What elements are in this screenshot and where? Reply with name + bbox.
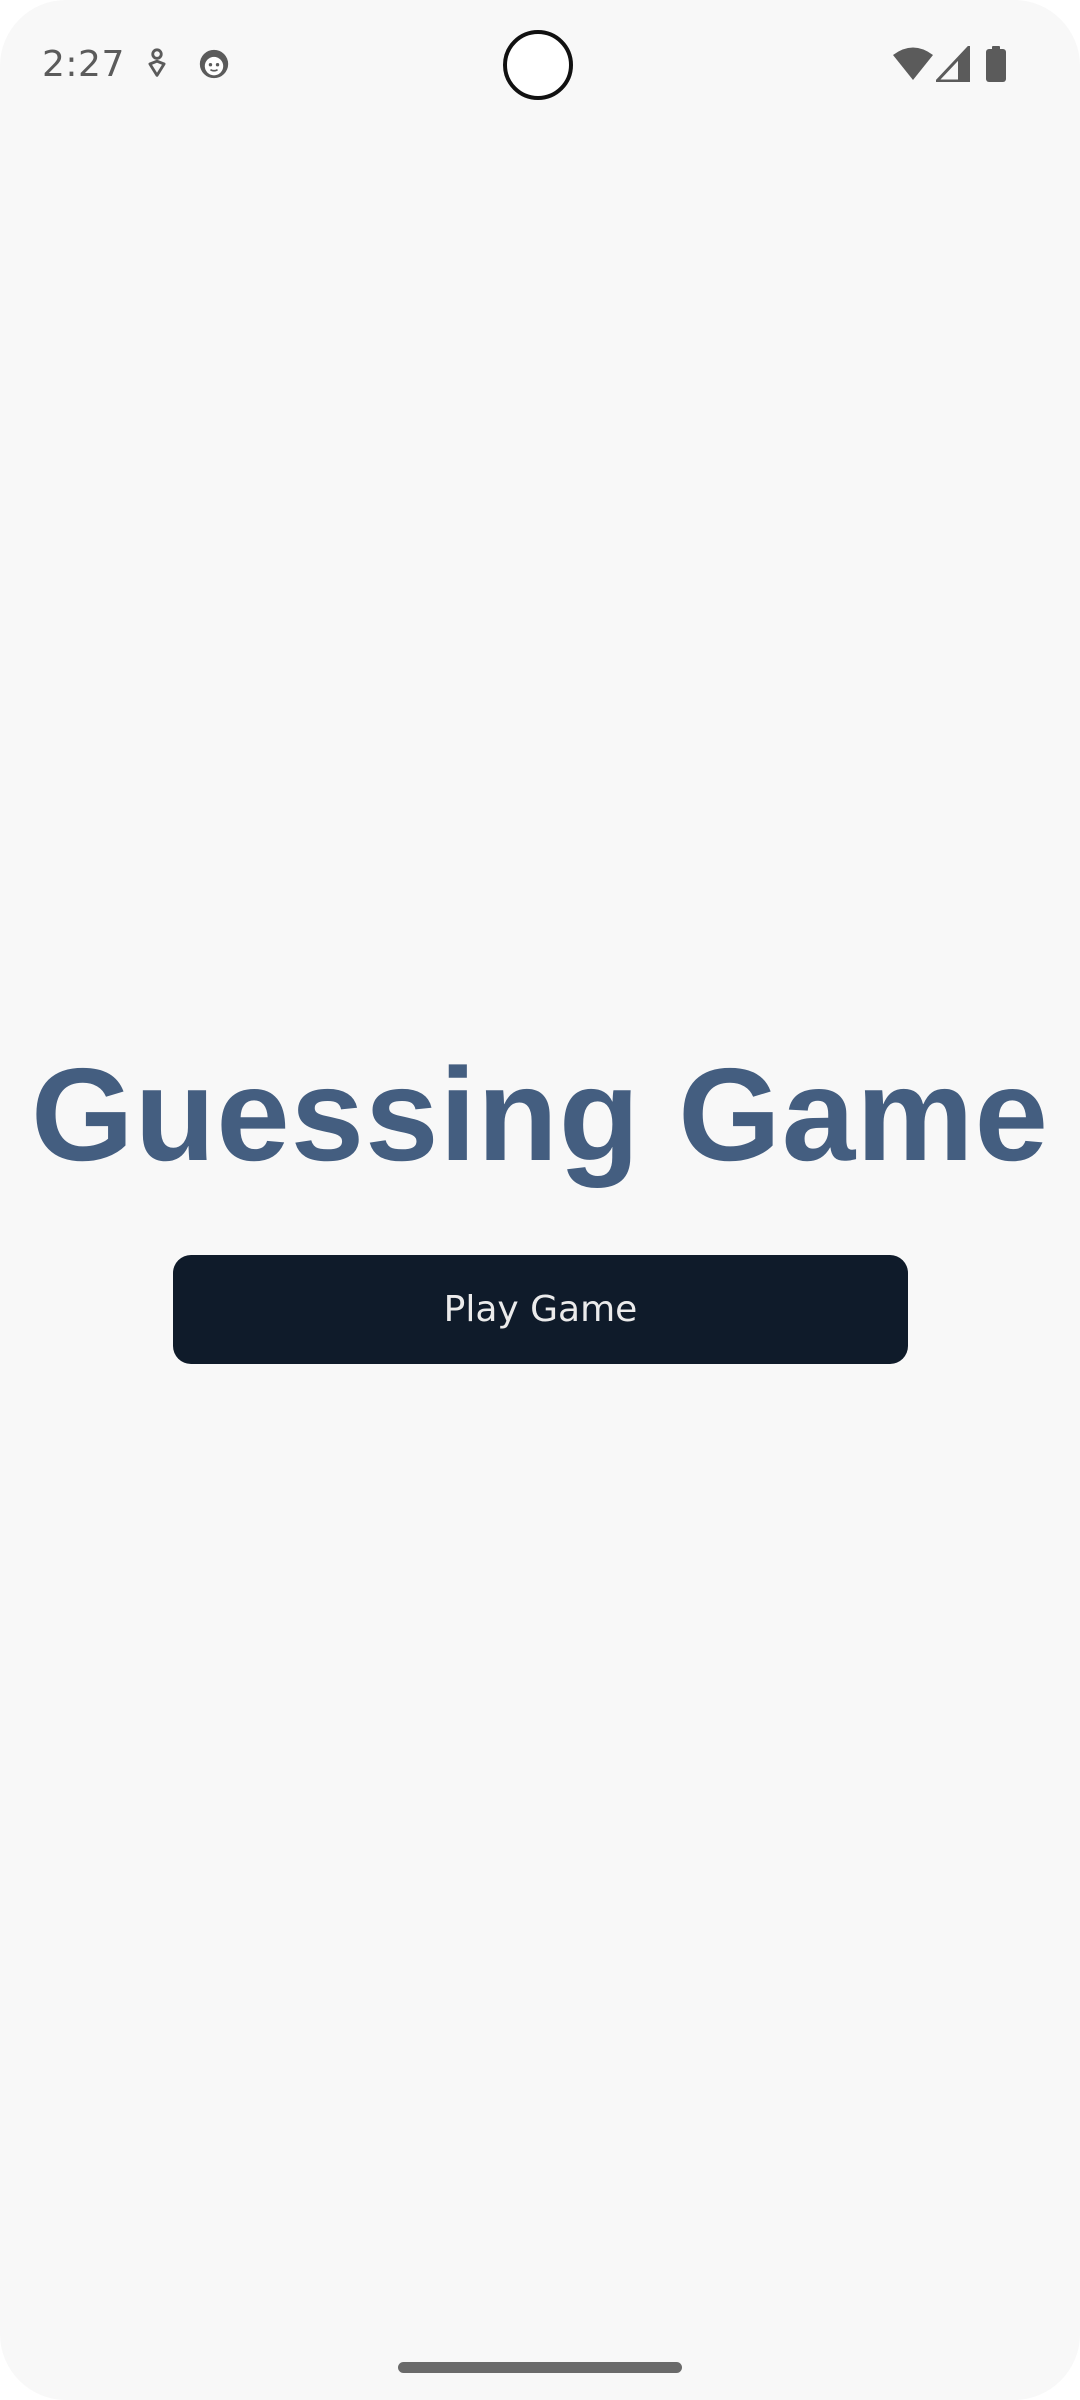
phone-screen: 2:27 Guessing Game Play Game (0, 0, 1080, 2400)
play-game-button[interactable]: Play Game (173, 1255, 908, 1364)
wifi-icon (893, 47, 933, 80)
play-game-button-label: Play Game (443, 1289, 638, 1330)
front-camera (503, 30, 573, 100)
cell-signal-icon (936, 46, 970, 82)
home-indicator[interactable] (398, 2362, 682, 2373)
battery-icon (986, 46, 1006, 82)
status-bar: 2:27 (0, 0, 1080, 132)
page-title: Guessing Game (30, 1041, 1050, 1188)
accessibility-icon (148, 48, 166, 77)
face-icon (199, 49, 229, 79)
status-time: 2:27 (42, 44, 125, 85)
